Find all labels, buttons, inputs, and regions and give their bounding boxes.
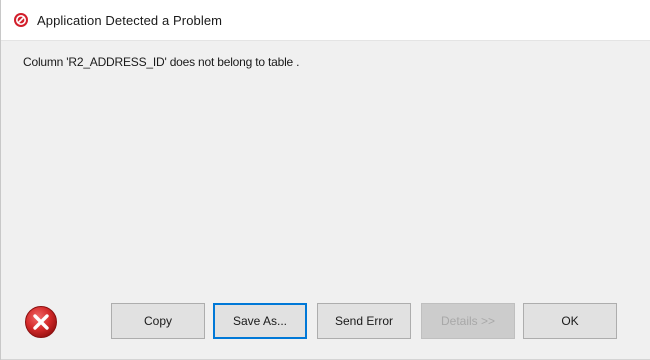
ok-button[interactable]: OK (523, 303, 617, 339)
details-button: Details >> (421, 303, 515, 339)
title-bar[interactable]: Application Detected a Problem (1, 0, 650, 41)
error-message: Column 'R2_ADDRESS_ID' does not belong t… (23, 55, 300, 69)
copy-button[interactable]: Copy (111, 303, 205, 339)
error-circle-icon (14, 13, 28, 27)
error-dialog: Application Detected a Problem Column 'R… (0, 0, 650, 360)
send-error-button[interactable]: Send Error (317, 303, 411, 339)
window-title: Application Detected a Problem (37, 13, 223, 28)
save-as-button[interactable]: Save As... (213, 303, 307, 339)
error-x-icon (25, 306, 57, 338)
